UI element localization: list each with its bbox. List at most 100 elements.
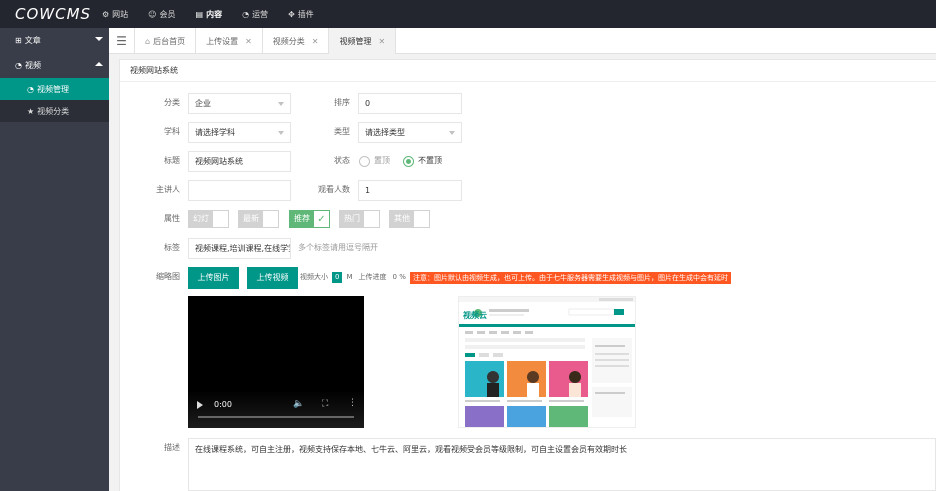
- video-size-label: 视频大小: [300, 273, 328, 281]
- tab-bar: ☰ ⌂ 后台首页 上传设置 ✕ 视频分类 ✕ 视频管理 ✕: [109, 28, 936, 54]
- thumb-label: 缩略图: [156, 272, 180, 281]
- radio-circle: [403, 155, 414, 167]
- tab-video-manage[interactable]: 视频管理 ✕: [329, 28, 397, 54]
- topnav-label: 内容: [206, 9, 223, 19]
- progress-value: 0 %: [392, 273, 406, 281]
- sidebar-item-video-manage[interactable]: ◔ 视频管理: [0, 78, 109, 100]
- tab-upload-settings[interactable]: 上传设置 ✕: [196, 28, 263, 54]
- play-icon[interactable]: [197, 401, 203, 409]
- content-icon: ▤: [195, 9, 204, 19]
- tab-home[interactable]: ⌂ 后台首页: [135, 28, 197, 54]
- progress-label: 上传进度: [358, 273, 387, 281]
- category-label: 分类: [164, 98, 180, 107]
- sidebar-item-video[interactable]: ◔ 视频: [0, 53, 109, 78]
- app-logo[interactable]: COWCMS: [15, 5, 91, 23]
- more-icon[interactable]: ⋮: [348, 398, 357, 408]
- checkbox-label: 最新: [239, 211, 263, 227]
- user-icon: ☺: [148, 9, 157, 19]
- speaker-input[interactable]: [188, 180, 291, 201]
- gear-icon: ⚙: [102, 9, 110, 19]
- topnav-site[interactable]: ⚙ 网站: [92, 0, 138, 28]
- sort-input[interactable]: 0: [358, 93, 462, 114]
- checkbox-box: [364, 211, 379, 227]
- upload-video-button[interactable]: 上传视频: [247, 267, 298, 289]
- status-label: 状态: [334, 156, 350, 165]
- tags-hint: 多个标签请用逗号隔开: [298, 243, 378, 252]
- checkbox-label: 其他: [390, 211, 414, 227]
- tab-video-category[interactable]: 视频分类 ✕: [263, 28, 330, 54]
- close-icon[interactable]: ✕: [378, 37, 385, 46]
- checkbox-label: 推荐: [290, 211, 314, 227]
- topnav-content[interactable]: ▤ 内容: [186, 0, 233, 28]
- book-icon: ⊞: [15, 36, 22, 45]
- checkbox-label: 幻灯: [189, 211, 213, 227]
- checkbox-label: 热门: [340, 211, 364, 227]
- video-time: 0:00: [214, 400, 232, 409]
- status-radio-top[interactable]: 置顶: [359, 151, 390, 171]
- topnav-label: 会员: [159, 9, 176, 19]
- chevron-down-icon: [278, 102, 284, 106]
- star-icon: ★: [27, 106, 35, 116]
- upload-notice: 注意：图片默认由视频生成，也可上传。由于七牛服务器需要生成视频与图片，图片在生成…: [410, 272, 731, 284]
- title-input[interactable]: 视频网站系统: [188, 151, 291, 172]
- type-label: 类型: [334, 127, 350, 136]
- attr-checkbox-other[interactable]: 其他: [389, 210, 430, 228]
- sidebar-item-articles[interactable]: ⊞ 文章: [0, 28, 109, 53]
- gauge-icon: ◔: [242, 9, 250, 19]
- fullscreen-icon[interactable]: ⛶: [322, 399, 328, 409]
- attr-checkbox-recommend[interactable]: 推荐 ✓: [289, 210, 330, 228]
- sidebar-item-label: 视频管理: [36, 84, 69, 94]
- chevron-up-icon: [95, 62, 103, 66]
- tags-input[interactable]: 视频课程,培训课程,在线学堂: [188, 238, 291, 259]
- attr-checkbox-slide[interactable]: 幻灯: [188, 210, 229, 228]
- attrs-label: 属性: [164, 214, 180, 223]
- dashboard-icon: ◔: [27, 84, 34, 94]
- dashboard-icon: ◔: [15, 61, 22, 70]
- status-radio-not-top[interactable]: 不置顶: [403, 151, 442, 171]
- video-player[interactable]: 0:00 🔈 ⛶ ⋮: [188, 296, 364, 428]
- chevron-down-icon: [449, 131, 455, 135]
- topnav-operation[interactable]: ◔ 运营: [232, 0, 278, 28]
- sidebar: ⊞ 文章 ◔ 视频 ◔ 视频管理 ★ 视频分类: [0, 28, 109, 491]
- video-controls: 0:00 🔈 ⛶ ⋮: [188, 390, 364, 428]
- video-progress-bar[interactable]: [198, 416, 354, 418]
- chevron-down-icon: [95, 37, 103, 41]
- attr-checkbox-new[interactable]: 最新: [238, 210, 279, 228]
- volume-icon[interactable]: 🔈: [293, 399, 304, 409]
- subject-label: 学科: [164, 127, 180, 136]
- title-label: 标题: [164, 156, 180, 165]
- upload-status: 视频大小 0 M 上传进度 0 %: [300, 269, 406, 285]
- sidebar-item-label: 视频分类: [37, 106, 70, 116]
- category-value: 企业: [195, 99, 211, 108]
- video-size-value: 0: [332, 271, 343, 283]
- subject-select[interactable]: 请选择学科: [188, 122, 291, 143]
- tab-label: 视频分类: [272, 36, 305, 46]
- plugin-icon: ✥: [288, 9, 295, 19]
- check-icon: ✓: [317, 213, 326, 225]
- close-icon[interactable]: ✕: [245, 37, 252, 46]
- type-select[interactable]: 请选择类型: [358, 122, 462, 143]
- checkbox-box: [414, 211, 429, 227]
- tab-label: 后台首页: [153, 36, 186, 46]
- topnav-label: 插件: [297, 9, 314, 19]
- menu-toggle-icon[interactable]: ☰: [109, 28, 135, 54]
- attr-checkbox-hot[interactable]: 热门: [339, 210, 380, 228]
- type-value: 请选择类型: [365, 128, 405, 137]
- chevron-down-icon: [278, 131, 284, 135]
- tab-label: 上传设置: [206, 36, 239, 46]
- views-label: 观看人数: [318, 185, 350, 194]
- views-input[interactable]: 1: [358, 180, 462, 201]
- desc-textarea[interactable]: 在线课程系统，可自主注册，视频支持保存本地、七牛云、阿里云，观看视频受会员等级限…: [188, 438, 936, 491]
- home-icon: ⌂: [145, 36, 151, 46]
- radio-label: 不置顶: [418, 156, 442, 165]
- video-size-unit: M: [346, 273, 353, 281]
- close-icon[interactable]: ✕: [312, 37, 319, 46]
- tags-label: 标签: [164, 243, 180, 252]
- sidebar-item-video-category[interactable]: ★ 视频分类: [0, 100, 109, 122]
- upload-image-button[interactable]: 上传图片: [188, 267, 239, 289]
- desc-label: 描述: [164, 443, 180, 452]
- top-nav: ⚙ 网站 ☺ 会员 ▤ 内容 ◔ 运营 ✥ 插件: [92, 0, 324, 28]
- topnav-member[interactable]: ☺ 会员: [138, 0, 185, 28]
- category-select[interactable]: 企业: [188, 93, 291, 114]
- topnav-plugins[interactable]: ✥ 插件: [278, 0, 324, 28]
